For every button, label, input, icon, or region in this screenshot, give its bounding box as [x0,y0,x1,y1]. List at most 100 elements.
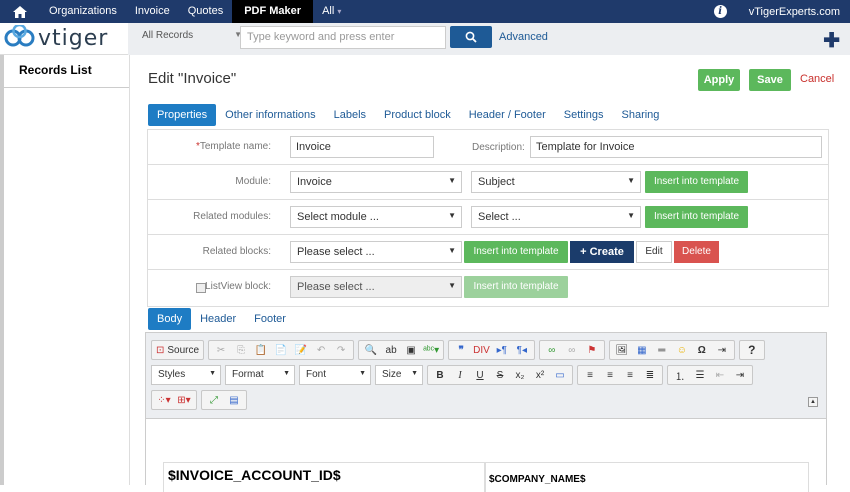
nav-all[interactable]: All ▾ [313,0,350,23]
align-center-icon[interactable]: ≡ [602,367,618,383]
related-field-select[interactable]: Select ... ▼ [471,206,641,228]
font-combo[interactable]: Font ▼ [299,365,371,385]
collapse-toolbar-icon[interactable]: ▲ [808,397,818,407]
tab-properties[interactable]: Properties [148,104,217,126]
undo-icon[interactable]: ↶ [313,342,329,358]
content-cell-account[interactable]: $INVOICE_ACCOUNT_ID$ [163,462,485,492]
format-combo[interactable]: Format ▼ [225,365,295,385]
background-color-icon[interactable]: ⊞▾ [176,392,192,408]
bulleted-list-icon[interactable]: ☰ [692,367,708,383]
numbered-list-icon[interactable]: ⒈ [672,367,688,383]
paste-word-icon[interactable]: 📝 [293,342,309,358]
show-blocks-icon[interactable]: ▤ [226,392,242,408]
source-button[interactable]: ⊡ Source [156,342,199,358]
styles-combo[interactable]: Styles ▼ [151,365,221,385]
strikethrough-icon[interactable]: S [492,367,508,383]
record-filter-select[interactable]: All Records ▼ [136,27,244,47]
copy-icon[interactable]: ⎘ [233,342,249,358]
align-left-icon[interactable]: ≡ [582,367,598,383]
related-modules-label: Related modules: [193,211,271,222]
nav-organizations[interactable]: Organizations [40,0,126,23]
find-icon[interactable]: 🔍 [363,342,379,358]
insert-related-field-button[interactable]: Insert into template [645,206,748,228]
horizontal-line-icon[interactable]: ═ [654,342,670,358]
table-icon[interactable]: ▦ [634,342,650,358]
insert-module-field-button[interactable]: Insert into template [645,171,748,193]
justify-icon[interactable]: ≣ [642,367,658,383]
replace-icon[interactable]: ab [383,342,399,358]
spellcheck-icon[interactable]: ᵃᵇᶜ▾ [423,342,439,358]
description-field[interactable]: Template for Invoice [530,136,822,158]
paste-text-icon[interactable]: 📄 [273,342,289,358]
tab-labels[interactable]: Labels [325,104,375,126]
redo-icon[interactable]: ↷ [333,342,349,358]
tab-other-informations[interactable]: Other informations [216,104,324,126]
content-cell-company[interactable]: $COMPANY_NAME$ [485,462,809,492]
unlink-icon[interactable]: ∞ [564,342,580,358]
cut-icon[interactable]: ✂ [213,342,229,358]
save-button[interactable]: Save [749,69,791,91]
div-icon[interactable]: DIV [473,342,490,358]
align-right-icon[interactable]: ≡ [622,367,638,383]
text-color-icon[interactable]: ⁘▾ [156,392,172,408]
link-icon[interactable]: ∞ [544,342,560,358]
italic-icon[interactable]: I [452,367,468,383]
blockquote-icon[interactable]: ❞ [453,342,469,358]
related-block-select[interactable]: Please select ... ▼ [290,241,462,263]
module-select[interactable]: Invoice ▼ [290,171,462,193]
advanced-search-link[interactable]: Advanced [499,31,548,43]
tab-header[interactable]: Header [191,308,245,330]
create-block-button[interactable]: + Create [570,241,634,263]
tab-sharing[interactable]: Sharing [613,104,669,126]
tab-body[interactable]: Body [148,308,192,330]
select-all-icon[interactable]: ▣ [403,342,419,358]
edit-block-button[interactable]: Edit [636,241,672,263]
record-filter-value: All Records [142,30,194,41]
tab-footer[interactable]: Footer [245,308,295,330]
listview-block-select[interactable]: Please select ... ▼ [290,276,462,298]
search-button[interactable] [450,26,492,48]
cancel-button[interactable]: Cancel [800,73,834,85]
info-icon[interactable]: i [713,5,727,18]
smiley-icon[interactable]: ☺ [674,342,690,358]
nav-invoice[interactable]: Invoice [126,0,179,23]
superscript-icon[interactable]: x² [532,367,548,383]
rtl-icon[interactable]: ¶◂ [514,342,530,358]
vtiger-logo[interactable]: vtiger [4,25,108,51]
home-icon[interactable] [0,0,40,23]
tab-settings[interactable]: Settings [555,104,613,126]
template-name-field[interactable]: Invoice [290,136,434,158]
delete-block-button[interactable]: Delete [674,241,719,263]
insert-listview-block-button[interactable]: Insert into template [464,276,568,298]
nav-quotes[interactable]: Quotes [179,0,232,23]
insert-related-block-button[interactable]: Insert into template [464,241,568,263]
nav-pdf-maker[interactable]: PDF Maker [232,0,314,23]
tab-product-block[interactable]: Product block [375,104,460,126]
sidebar-title[interactable]: Records List [4,55,129,88]
anchor-icon[interactable]: ⚑ [584,342,600,358]
apply-button[interactable]: Apply [698,69,740,91]
subscript-icon[interactable]: x₂ [512,367,528,383]
module-field-select[interactable]: Subject ▼ [471,171,641,193]
user-link[interactable]: vTigerExperts.com [749,6,840,18]
remove-format-icon[interactable]: ▭ [552,367,568,383]
maximize-icon[interactable]: ⤢ [206,392,222,408]
indent-icon[interactable]: ⇥ [732,367,748,383]
related-module-select[interactable]: Select module ... ▼ [290,206,462,228]
image-icon[interactable]: 🖼 [614,342,630,358]
underline-icon[interactable]: U [472,367,488,383]
editor-content-area[interactable]: $INVOICE_ACCOUNT_ID$ $COMPANY_NAME$ [146,418,826,492]
bold-icon[interactable]: B [432,367,448,383]
related-block-value: Please select ... [297,246,375,258]
add-icon[interactable]: ✚ [823,28,840,53]
tab-header-footer[interactable]: Header / Footer [460,104,555,126]
listview-block-label: ListView block: [205,281,271,292]
special-char-icon[interactable]: Ω [694,342,710,358]
page-break-icon[interactable]: ⇥ [714,342,730,358]
help-button[interactable]: ? [744,342,760,358]
size-combo[interactable]: Size ▼ [375,365,423,385]
paste-icon[interactable]: 📋 [253,342,269,358]
search-input[interactable]: Type keyword and press enter [240,26,446,49]
outdent-icon[interactable]: ⇤ [712,367,728,383]
ltr-icon[interactable]: ▸¶ [494,342,510,358]
